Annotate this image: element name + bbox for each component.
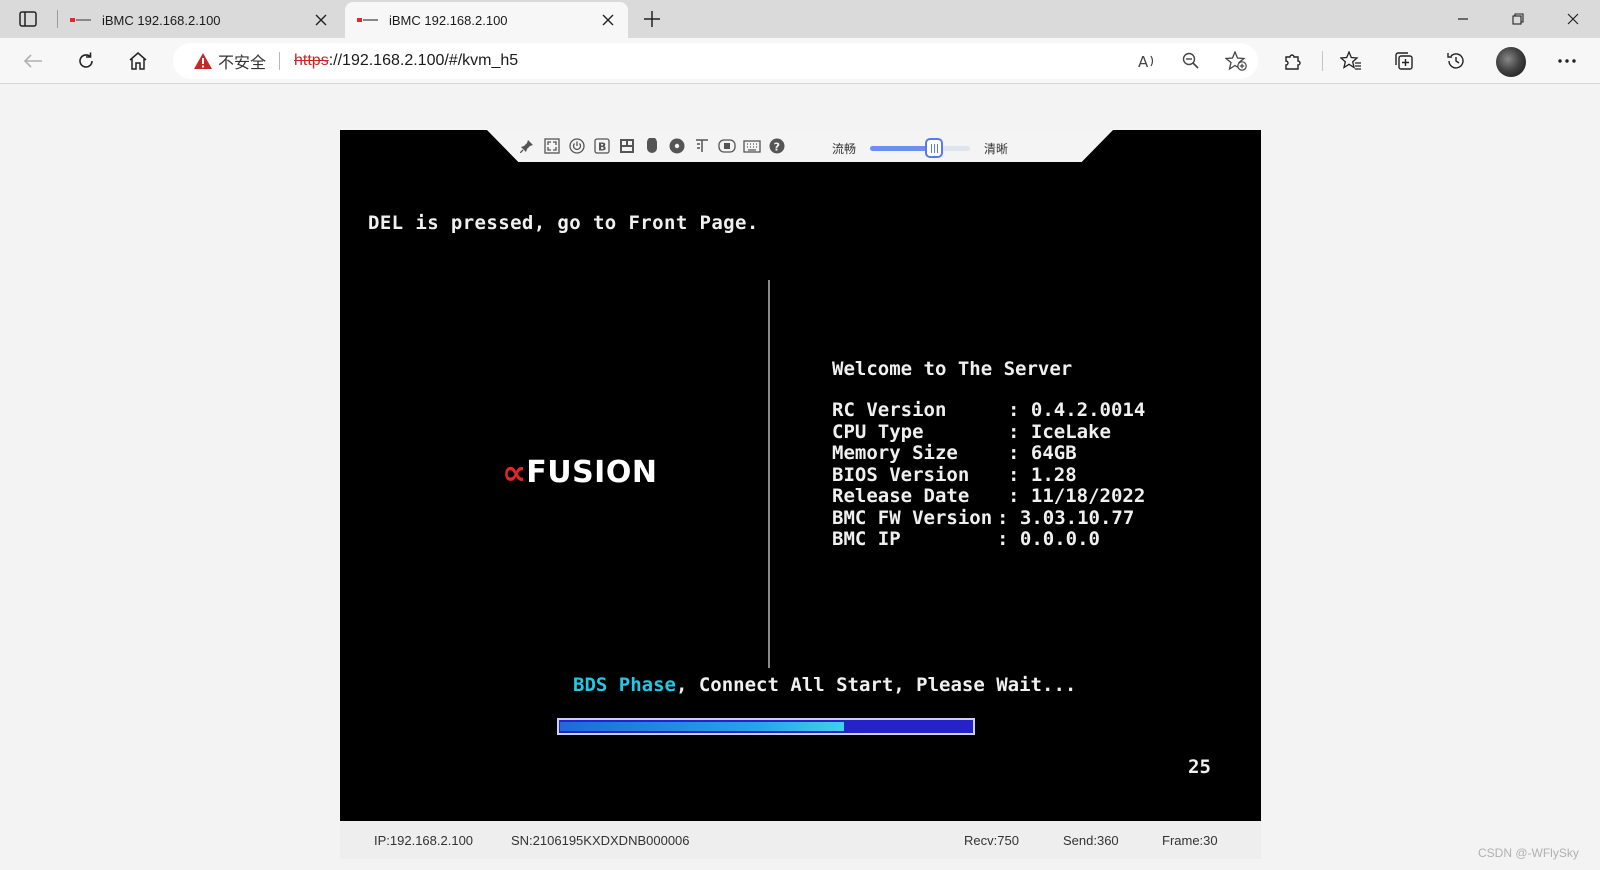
kvm-toolbar: B ? 流畅 清晰	[487, 130, 1113, 162]
status-ip: IP:192.168.2.100	[374, 833, 474, 848]
quality-slider[interactable]	[870, 138, 971, 158]
quality-smooth-label: 流畅	[832, 141, 857, 156]
window-close-icon[interactable]	[1546, 0, 1600, 38]
info-value: : 1.28	[1008, 463, 1077, 486]
minimize-icon[interactable]	[1436, 0, 1490, 38]
info-key: BMC IP	[832, 528, 901, 550]
status-recv: Recv:750	[964, 833, 1019, 848]
info-row-bmc-fw-version: BMC FW Version: 3.03.10.77	[832, 506, 1145, 530]
logo-text: FUSION	[526, 455, 658, 490]
back-arrow-icon[interactable]	[16, 44, 50, 78]
mouse-settings-icon[interactable]	[642, 136, 662, 156]
toolbar-divider	[1322, 51, 1323, 71]
close-icon[interactable]	[307, 6, 335, 34]
svg-text:?: ?	[774, 141, 780, 154]
info-key: Release Date	[832, 485, 970, 507]
info-row-cpu-type: CPU Type : IceLake	[832, 420, 1145, 444]
info-key: CPU Type	[832, 420, 924, 443]
status-send: Send:360	[1063, 833, 1119, 848]
info-value: : 11/18/2022	[1008, 485, 1146, 507]
info-row-bmc-ip: BMC IP : 0.0.0.0	[832, 528, 1145, 551]
profile-avatar[interactable]	[1496, 47, 1526, 77]
browser-toolbar: 不安全 https://192.168.2.100/#/kvm_h5 A	[0, 38, 1600, 84]
add-favorite-star-icon[interactable]	[1220, 45, 1252, 77]
del-pressed-message: DEL is pressed, go to Front Page.	[368, 212, 759, 234]
tab-actions-menu-icon[interactable]	[10, 7, 46, 31]
url-protocol: https	[294, 52, 329, 69]
server-info: RC Version : 0.4.2.0014 CPU Type : IceLake…	[832, 399, 1146, 551]
svg-text:B: B	[598, 141, 606, 154]
tab-ibmc-2[interactable]: iBMC 192.168.2.100	[345, 2, 628, 38]
not-secure-label[interactable]: 不安全	[218, 49, 266, 73]
address-bar[interactable]: 不安全 https://192.168.2.100/#/kvm_h5 A	[173, 43, 1258, 79]
new-tab-plus-icon[interactable]	[638, 7, 666, 31]
help-icon[interactable]: ?	[767, 136, 787, 156]
info-key: BIOS Version	[832, 463, 970, 486]
welcome-text: Welcome to The Server	[832, 358, 1073, 380]
info-row-memory-size: Memory Size : 64GB	[832, 442, 1145, 465]
info-row-release-date: Release Date : 11/18/2022	[832, 485, 1146, 508]
keyboard-icon[interactable]	[742, 136, 762, 156]
keyboard-shortcuts-icon[interactable]	[617, 136, 637, 156]
slider-thumb[interactable]	[925, 138, 944, 158]
xfusion-favicon-icon	[70, 16, 92, 24]
home-icon[interactable]	[121, 44, 155, 78]
xfusion-logo: ∝ FUSION	[502, 456, 657, 490]
boot-options-icon[interactable]: B	[592, 136, 612, 156]
info-value: : 0.0.0.0	[997, 528, 1100, 550]
pin-icon[interactable]	[517, 136, 537, 156]
read-aloud-icon[interactable]: A	[1131, 45, 1163, 77]
info-key: BMC FW Version	[832, 506, 993, 529]
info-row-rc-version: RC Version : 0.4.2.0014	[832, 399, 1146, 422]
kvm-status-bar: IP:192.168.2.100 SN:2106195KXDXDNB000006…	[340, 821, 1261, 859]
close-icon[interactable]	[594, 6, 622, 34]
info-key: Memory Size	[832, 442, 958, 464]
extensions-puzzle-icon[interactable]	[1276, 44, 1310, 78]
info-value: : 64GB	[1008, 442, 1077, 464]
more-menu-icon[interactable]	[1550, 44, 1584, 78]
status-serial-number: SN:2106195KXDXDNB000006	[511, 833, 690, 848]
url-text[interactable]: https://192.168.2.100/#/kvm_h5	[294, 52, 518, 70]
collections-icon[interactable]	[1387, 44, 1421, 78]
kvm-viewer[interactable]: B ? 流畅 清晰 DEL is pressed, go to Front Pa…	[340, 130, 1261, 821]
address-divider	[279, 52, 281, 70]
image-quality-control: 流畅 清晰	[832, 138, 1008, 158]
boot-progress-bar	[557, 718, 975, 735]
logo-mark: ∝	[502, 453, 527, 493]
screen-divider-line	[768, 280, 770, 668]
text-input-icon[interactable]	[692, 136, 712, 156]
restore-icon[interactable]	[1491, 0, 1545, 38]
record-video-icon[interactable]	[717, 136, 737, 156]
status-frame: Frame:30	[1162, 833, 1218, 848]
virtual-media-disc-icon[interactable]	[667, 136, 687, 156]
watermark-text: CSDN @-WFlySky	[1478, 846, 1579, 860]
fullscreen-icon[interactable]	[542, 136, 562, 156]
quality-clear-label: 清晰	[984, 141, 1009, 156]
xfusion-favicon-icon	[357, 16, 379, 24]
info-value: : 3.03.10.77	[997, 506, 1135, 529]
info-value: : IceLake	[1008, 420, 1111, 443]
tab-title: iBMC 192.168.2.100	[389, 12, 508, 28]
info-row-bios-version: BIOS Version : 1.28	[832, 463, 1145, 487]
bds-phase-text: , Connect All Start, Please Wait...	[675, 674, 1077, 696]
bds-phase-message: BDS Phase, Connect All Start, Please Wai…	[573, 674, 1076, 696]
info-value: : 0.4.2.0014	[1008, 399, 1146, 421]
favorites-icon[interactable]	[1334, 44, 1368, 78]
tab-title: iBMC 192.168.2.100	[102, 12, 221, 28]
svg-text:A: A	[1138, 53, 1149, 70]
refresh-icon[interactable]	[69, 44, 103, 78]
boot-progress-fill	[560, 722, 844, 731]
info-key: RC Version	[832, 399, 947, 421]
tab-strip: iBMC 192.168.2.100 iBMC 192.168.2.100	[0, 0, 1600, 38]
bds-phase-label: BDS Phase	[573, 674, 676, 696]
countdown-number: 25	[1188, 756, 1211, 778]
tab-ibmc-1[interactable]: iBMC 192.168.2.100	[58, 2, 341, 38]
warning-triangle-icon[interactable]	[193, 51, 213, 71]
url-host-path: ://192.168.2.100/#/kvm_h5	[328, 52, 519, 69]
zoom-out-icon[interactable]	[1175, 45, 1207, 77]
history-icon[interactable]	[1439, 44, 1473, 78]
power-icon[interactable]	[567, 136, 587, 156]
